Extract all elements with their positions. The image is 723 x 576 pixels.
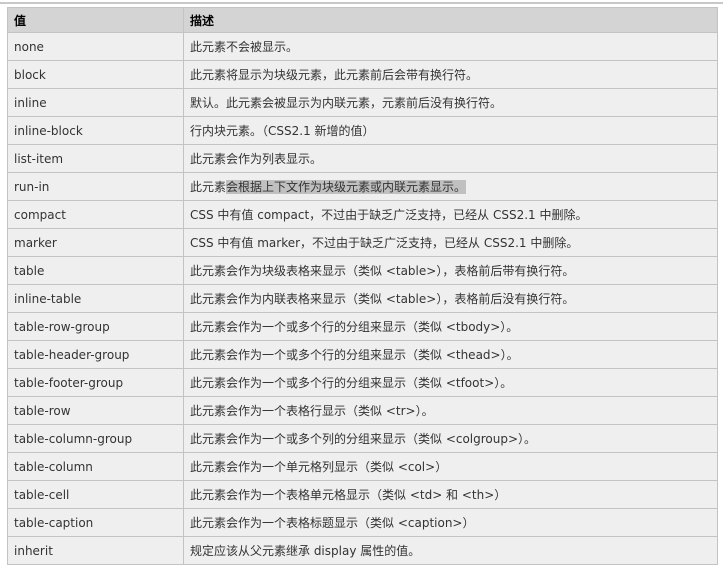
table-row: run-in 此元素会根据上下文作为块级元素或内联元素显示。 [7, 172, 718, 201]
description-text: 此元素会作为一个或多个列的分组来显示（类似 <colgroup>）。 [190, 432, 537, 446]
value-cell: compact [7, 200, 184, 229]
value-cell: block [7, 60, 184, 89]
description-text: 此元素将显示为块级元素，此元素前后会带有换行符。 [190, 68, 479, 82]
table-row: table 此元素会作为块级表格来显示（类似 <table>），表格前后带有换行符… [7, 256, 718, 285]
table-row: compact CSS 中有值 compact，不过由于缺乏广泛支持，已经从 CS… [7, 200, 718, 229]
header-description: 描述 [183, 7, 718, 33]
value-cell: table-row-group [7, 312, 184, 341]
value-cell: marker [7, 228, 184, 257]
table-row: marker CSS 中有值 marker，不过由于缺乏广泛支持，已经从 CSS2… [7, 228, 718, 257]
description-text: 此元素会作为一个表格行显示（类似 <tr>）。 [190, 404, 434, 418]
description-text: 此元素会作为一个或多个行的分组来显示（类似 <tbody>）。 [190, 320, 519, 334]
selected-text[interactable]: 会根据上下文作为块级元素或内联元素显示。 [226, 180, 467, 194]
description-text: 此元素不会被显示。 [190, 40, 299, 54]
description-cell: 此元素会根据上下文作为块级元素或内联元素显示。 [183, 172, 718, 201]
description-cell: 此元素会作为一个或多个行的分组来显示（类似 <tbody>）。 [183, 312, 718, 341]
top-divider [0, 2, 723, 4]
value-cell: inline-table [7, 284, 184, 313]
description-cell: 默认。此元素会被显示为内联元素，元素前后没有换行符。 [183, 88, 718, 117]
table-row: inline-table 此元素会作为内联表格来显示（类似 <table>），表格… [7, 284, 718, 313]
value-cell: list-item [7, 144, 184, 173]
table-row: list-item 此元素会作为列表显示。 [7, 144, 718, 173]
description-cell: 此元素将显示为块级元素，此元素前后会带有换行符。 [183, 60, 718, 89]
description-text: CSS 中有值 marker，不过由于缺乏广泛支持，已经从 CSS2.1 中删除… [190, 236, 579, 250]
description-cell: 此元素会作为一个表格单元格显示（类似 <td> 和 <th>） [183, 480, 718, 509]
description-text: 此元素会作为块级表格来显示（类似 <table>），表格前后带有换行符。 [190, 264, 575, 278]
description-text: 规定应该从父元素继承 display 属性的值。 [190, 544, 421, 558]
table-row: table-cell 此元素会作为一个表格单元格显示（类似 <td> 和 <th>… [7, 480, 718, 509]
table-header-row: 值 描述 [7, 7, 718, 33]
value-cell: table-column [7, 452, 184, 481]
description-cell: 此元素会作为一个或多个列的分组来显示（类似 <colgroup>）。 [183, 424, 718, 453]
value-cell: inline-block [7, 116, 184, 145]
table-row: table-column-group 此元素会作为一个或多个列的分组来显示（类似 … [7, 424, 718, 453]
table-row: block 此元素将显示为块级元素，此元素前后会带有换行符。 [7, 60, 718, 89]
display-values-table: 值 描述 none 此元素不会被显示。 block 此元素将显示为块级元素，此元素前后… [7, 7, 718, 565]
description-cell: 此元素会作为内联表格来显示（类似 <table>），表格前后没有换行符。 [183, 284, 718, 313]
table-row: table-column 此元素会作为一个单元格列显示（类似 <col>） [7, 452, 718, 481]
table-row: table-row 此元素会作为一个表格行显示（类似 <tr>）。 [7, 396, 718, 425]
table-row: table-header-group 此元素会作为一个或多个行的分组来显示（类似 … [7, 340, 718, 369]
table-row: inline 默认。此元素会被显示为内联元素，元素前后没有换行符。 [7, 88, 718, 117]
description-cell: 此元素会作为一个表格标题显示（类似 <caption>） [183, 508, 718, 537]
value-cell: table-cell [7, 480, 184, 509]
value-cell: table-column-group [7, 424, 184, 453]
description-cell: 行内块元素。（CSS2.1 新增的值） [183, 116, 718, 145]
description-text: 行内块元素。（CSS2.1 新增的值） [190, 124, 375, 138]
description-text: CSS 中有值 compact，不过由于缺乏广泛支持，已经从 CSS2.1 中删… [190, 208, 588, 222]
description-text: 此元素会作为一个单元格列显示（类似 <col>） [190, 460, 448, 474]
description-cell: 此元素会作为一个表格行显示（类似 <tr>）。 [183, 396, 718, 425]
header-value: 值 [7, 7, 184, 33]
value-cell: table-row [7, 396, 184, 425]
description-cell: 此元素会作为块级表格来显示（类似 <table>），表格前后带有换行符。 [183, 256, 718, 285]
value-cell: inherit [7, 536, 184, 565]
description-text: 此元素会作为一个表格单元格显示（类似 <td> 和 <th>） [190, 488, 507, 502]
description-cell: 规定应该从父元素继承 display 属性的值。 [183, 536, 718, 565]
description-cell: CSS 中有值 compact，不过由于缺乏广泛支持，已经从 CSS2.1 中删… [183, 200, 718, 229]
table-row: table-row-group 此元素会作为一个或多个行的分组来显示（类似 <tb… [7, 312, 718, 341]
description-text: 此元素 [190, 180, 227, 194]
description-text: 此元素会作为一个或多个行的分组来显示（类似 <thead>）。 [190, 348, 519, 362]
value-cell: table-caption [7, 508, 184, 537]
description-cell: CSS 中有值 marker，不过由于缺乏广泛支持，已经从 CSS2.1 中删除… [183, 228, 718, 257]
value-cell: inline [7, 88, 184, 117]
value-cell: none [7, 32, 184, 61]
description-text: 此元素会作为列表显示。 [190, 152, 323, 166]
description-text: 此元素会作为一个表格标题显示（类似 <caption>） [190, 516, 475, 530]
table-row: inline-block 行内块元素。（CSS2.1 新增的值） [7, 116, 718, 145]
table-row: table-caption 此元素会作为一个表格标题显示（类似 <caption>… [7, 508, 718, 537]
description-text: 此元素会作为一个或多个行的分组来显示（类似 <tfoot>）。 [190, 376, 513, 390]
value-cell: table-footer-group [7, 368, 184, 397]
table-row: table-footer-group 此元素会作为一个或多个行的分组来显示（类似 … [7, 368, 718, 397]
description-cell: 此元素不会被显示。 [183, 32, 718, 61]
value-cell: table-header-group [7, 340, 184, 369]
table-row: inherit 规定应该从父元素继承 display 属性的值。 [7, 536, 718, 565]
description-cell: 此元素会作为一个单元格列显示（类似 <col>） [183, 452, 718, 481]
value-cell: table [7, 256, 184, 285]
description-cell: 此元素会作为一个或多个行的分组来显示（类似 <thead>）。 [183, 340, 718, 369]
description-cell: 此元素会作为一个或多个行的分组来显示（类似 <tfoot>）。 [183, 368, 718, 397]
description-text: 此元素会作为内联表格来显示（类似 <table>），表格前后没有换行符。 [190, 292, 575, 306]
value-cell: run-in [7, 172, 184, 201]
table-row: none 此元素不会被显示。 [7, 32, 718, 61]
description-cell: 此元素会作为列表显示。 [183, 144, 718, 173]
description-text: 默认。此元素会被显示为内联元素，元素前后没有换行符。 [190, 96, 503, 110]
